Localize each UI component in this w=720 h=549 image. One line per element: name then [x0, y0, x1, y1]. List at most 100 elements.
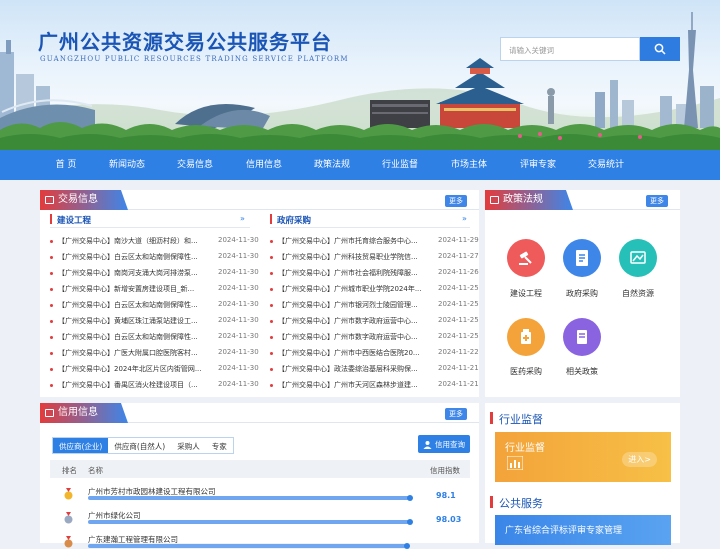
bullet-dot	[50, 239, 53, 243]
trade-item-title[interactable]: 【广州交易中心】广州市中西医结合医院20...	[278, 349, 420, 357]
tab-construction[interactable]: 建设工程	[57, 214, 91, 226]
trade-item-date: 2024-11-30	[218, 236, 259, 244]
search-button[interactable]	[640, 37, 680, 61]
medicine-icon[interactable]	[507, 318, 545, 356]
trade-list-item[interactable]: 【广州交易中心】新增安置房建设项目_新...	[50, 284, 212, 294]
trade-list-item[interactable]: 【广州交易中心】南沙大道（细沥村段）和...	[50, 236, 212, 246]
trade-item-title[interactable]: 【广州交易中心】广州市数字政府运营中心...	[278, 333, 418, 341]
credit-more-link[interactable]: 更多	[445, 408, 467, 420]
supervision-enter-link[interactable]: 进入>	[622, 452, 657, 467]
trade-item-title[interactable]: 【广州交易中心】番禺区消火栓建设项目（...	[58, 381, 198, 389]
trade-list-item[interactable]: 【广州交易中心】广州城市职业学院2024年...	[270, 284, 432, 294]
credit-index-value: 98.1	[436, 491, 456, 500]
card-icon	[45, 409, 54, 417]
bullet-dot	[50, 335, 53, 339]
trade-list-item[interactable]: 【广州交易中心】黄埔区珠江涌泵站建设工...	[50, 316, 212, 326]
nav-news[interactable]: 新闻动态	[109, 150, 145, 180]
trade-list-item[interactable]: 【广州交易中心】广州市银河烈士陵园管理...	[270, 300, 432, 310]
policy-related-label[interactable]: 相关政策	[566, 366, 598, 377]
trade-item-title[interactable]: 【广州交易中心】广州市社会福利院残障服...	[278, 269, 418, 277]
trade-item-title[interactable]: 【广州交易中心】广州市托育综合服务中心...	[278, 237, 418, 245]
supervision-card[interactable]: 行业监督 进入>	[495, 432, 671, 482]
panel-header: 信用信息 更多	[40, 403, 479, 423]
trade-list-item[interactable]: 【广州交易中心】白云区太和站南侧保障性...	[50, 300, 212, 310]
trade-item-title[interactable]: 【广州交易中心】白云区太和站南侧保障性...	[58, 253, 198, 261]
tab-gov-procurement[interactable]: 政府采购	[277, 214, 311, 226]
trade-item-title[interactable]: 【广州交易中心】2024年北区片区内街管网...	[58, 365, 202, 373]
leaf-icon[interactable]	[619, 239, 657, 277]
nav-supervision[interactable]: 行业监督	[382, 150, 418, 180]
credit-index-bar	[88, 519, 413, 525]
trade-item-date: 2024-11-27	[438, 252, 479, 260]
nav-policy[interactable]: 政策法规	[314, 150, 350, 180]
nav-credit-info[interactable]: 信用信息	[246, 150, 282, 180]
trade-item-date: 2024-11-30	[218, 300, 259, 308]
trade-item-title[interactable]: 【广州交易中心】广州市天河区森林步道建...	[278, 381, 418, 389]
credit-info-title: 信用信息	[40, 403, 128, 423]
trade-item-title[interactable]: 【广州交易中心】黄埔区珠江涌泵站建设工...	[58, 317, 198, 325]
trade-list-item[interactable]: 【广州交易中心】广州市天河区森林步道建...	[270, 380, 432, 390]
nav-home[interactable]: 首 页	[56, 150, 77, 180]
tab-purchaser[interactable]: 采购人	[171, 438, 206, 453]
trade-list-item[interactable]: 【广州交易中心】白云区太和站南侧保障性...	[50, 332, 212, 342]
public-service-heading: 公共服务	[499, 497, 543, 510]
double-chevron-right-icon[interactable]: »	[462, 214, 467, 223]
trade-list-item[interactable]: 【广州交易中心】南岗河支涌大岗河排涝泵...	[50, 268, 212, 278]
policy-medicine-label[interactable]: 医药采购	[510, 366, 542, 377]
credit-query-button[interactable]: 信用查询	[418, 435, 470, 453]
trade-info-title-text: 交易信息	[58, 194, 98, 205]
credit-index-bar	[88, 495, 413, 501]
trade-item-title[interactable]: 【广州交易中心】政法委综治基层科采购保...	[278, 365, 418, 373]
rank-medal-icon	[64, 512, 73, 524]
double-chevron-right-icon[interactable]: »	[240, 214, 245, 223]
trade-item-title[interactable]: 【广州交易中心】广州城市职业学院2024年...	[278, 285, 422, 293]
policy-natural-resources-label[interactable]: 自然资源	[622, 288, 654, 299]
trade-item-date: 2024-11-30	[218, 364, 259, 372]
tab-supplier-company[interactable]: 供应商(企业)	[53, 438, 109, 453]
trade-item-title[interactable]: 【广州交易中心】新增安置房建设项目_新...	[58, 285, 194, 293]
book-icon[interactable]	[563, 318, 601, 356]
trade-list-item[interactable]: 【广州交易中心】白云区太和站南侧保障性...	[50, 252, 212, 262]
bullet-dot	[50, 271, 53, 275]
trade-item-title[interactable]: 【广州交易中心】广医大附属口腔医院客村...	[58, 349, 198, 357]
trade-list-item[interactable]: 【广州交易中心】广州市数字政府运营中心...	[270, 316, 432, 326]
policy-procurement-label[interactable]: 政府采购	[566, 288, 598, 299]
gavel-icon[interactable]	[507, 239, 545, 277]
trade-item-date: 2024-11-30	[218, 284, 259, 292]
main-nav: 首 页 新闻动态 交易信息 信用信息 政策法规 行业监督 市场主体 评审专家 交…	[0, 150, 720, 180]
trade-item-title[interactable]: 【广州交易中心】南沙大道（细沥村段）和...	[58, 237, 198, 245]
trade-item-title[interactable]: 【广州交易中心】广州科技贸易职业学院信...	[278, 253, 418, 261]
trade-item-date: 2024-11-22	[438, 348, 479, 356]
trade-item-title[interactable]: 【广州交易中心】白云区太和站南侧保障性...	[58, 301, 198, 309]
policy-construction-label[interactable]: 建设工程	[510, 288, 542, 299]
trade-item-title[interactable]: 【广州交易中心】广州市数字政府运营中心...	[278, 317, 418, 325]
trade-item-date: 2024-11-25	[438, 316, 479, 324]
trade-item-title[interactable]: 【广州交易中心】南岗河支涌大岗河排涝泵...	[58, 269, 198, 277]
expert-management-card[interactable]: 广东省综合评标评审专家管理	[495, 515, 671, 545]
trade-item-title[interactable]: 【广州交易中心】广州市银河烈士陵园管理...	[278, 301, 418, 309]
trade-list-item[interactable]: 【广州交易中心】广州科技贸易职业学院信...	[270, 252, 432, 262]
trade-list-item[interactable]: 【广州交易中心】广医大附属口腔医院客村...	[50, 348, 212, 358]
trade-list-item[interactable]: 【广州交易中心】广州市社会福利院残障服...	[270, 268, 432, 278]
trade-list-item[interactable]: 【广州交易中心】番禺区消火栓建设项目（...	[50, 380, 212, 390]
trade-list-item[interactable]: 【广州交易中心】广州市中西医结合医院20...	[270, 348, 432, 358]
tab-supplier-person[interactable]: 供应商(自然人)	[108, 438, 171, 453]
nav-market-entity[interactable]: 市场主体	[451, 150, 487, 180]
bullet-dot	[50, 351, 53, 355]
credit-tabs: 供应商(企业) 供应商(自然人) 采购人 专家	[52, 437, 234, 454]
tab-expert[interactable]: 专家	[206, 438, 233, 453]
search-input[interactable]: 请输入关键词	[500, 37, 640, 61]
nav-trade-info[interactable]: 交易信息	[177, 150, 213, 180]
document-icon[interactable]	[563, 239, 601, 277]
nav-statistics[interactable]: 交易统计	[588, 150, 624, 180]
trade-item-title[interactable]: 【广州交易中心】白云区太和站南侧保障性...	[58, 333, 198, 341]
trade-more-link[interactable]: 更多	[445, 195, 467, 207]
bullet-dot	[50, 255, 53, 259]
trade-list-item[interactable]: 【广州交易中心】广州市数字政府运营中心...	[270, 332, 432, 342]
trade-item-date: 2024-11-30	[218, 348, 259, 356]
trade-list-item[interactable]: 【广州交易中心】广州市托育综合服务中心...	[270, 236, 432, 246]
policy-more-link[interactable]: 更多	[646, 195, 668, 207]
trade-list-item[interactable]: 【广州交易中心】2024年北区片区内街管网...	[50, 364, 212, 374]
trade-list-item[interactable]: 【广州交易中心】政法委综治基层科采购保...	[270, 364, 432, 374]
nav-experts[interactable]: 评审专家	[520, 150, 556, 180]
